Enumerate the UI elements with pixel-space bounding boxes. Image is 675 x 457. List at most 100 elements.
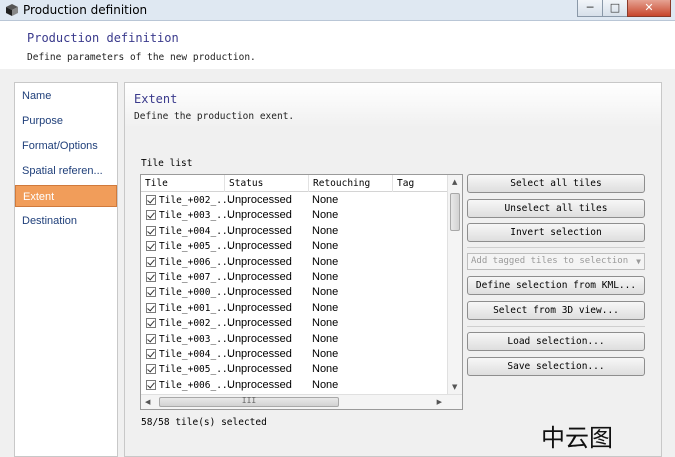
table-row[interactable]: Tile_+007_... Unprocessed None <box>141 270 448 285</box>
column-header-tag[interactable]: Tag <box>393 175 448 192</box>
column-header-status[interactable]: Status <box>225 175 309 192</box>
minimize-icon: ─ <box>586 1 594 14</box>
column-header-tile[interactable]: Tile <box>141 175 225 192</box>
panel-title: Extent <box>134 92 178 106</box>
table-row[interactable]: Tile_+002_... Unprocessed None <box>141 316 448 331</box>
table-row[interactable]: Tile_+003_... Unprocessed None <box>141 332 448 347</box>
header-title: Production definition <box>27 31 179 45</box>
row-checkbox[interactable] <box>146 302 156 313</box>
tile-retouching: None <box>312 363 339 376</box>
row-checkbox[interactable] <box>146 271 156 282</box>
panel-header: Extent Define the production exent. <box>125 83 661 128</box>
row-checkbox[interactable] <box>146 379 156 390</box>
define-selection-from-kml-button[interactable]: Define selection from KML... <box>467 276 645 295</box>
row-checkbox[interactable] <box>146 195 156 205</box>
tile-status: Unprocessed <box>227 317 292 330</box>
table-row[interactable]: Tile_+004_... Unprocessed None <box>141 347 448 362</box>
table-row[interactable]: Tile_+000_... Unprocessed None <box>141 285 448 300</box>
tile-list-label: Tile list <box>141 158 193 169</box>
maximize-icon: □ <box>609 1 621 14</box>
scroll-grip-icon: III <box>241 396 257 405</box>
table-row[interactable]: Tile_+006_... Unprocessed None <box>141 378 448 393</box>
tile-retouching: None <box>312 332 339 345</box>
row-checkbox[interactable] <box>146 256 156 267</box>
close-icon: ✕ <box>644 1 654 14</box>
save-selection-button[interactable]: Save selection... <box>467 357 645 376</box>
row-checkbox[interactable] <box>146 364 156 375</box>
column-header-retouching[interactable]: Retouching <box>309 175 393 192</box>
horizontal-scroll-thumb[interactable]: III <box>159 396 339 407</box>
row-checkbox[interactable] <box>146 241 156 252</box>
panel-subtitle: Define the production exent. <box>134 111 295 122</box>
tile-status: Unprocessed <box>227 209 292 222</box>
tile-name: Tile_+001_... <box>159 302 234 314</box>
extent-panel: Extent Define the production exent. Tile… <box>124 82 662 457</box>
close-button[interactable]: ✕ <box>627 0 671 17</box>
table-row[interactable]: Tile_+003_... Unprocessed None <box>141 208 448 223</box>
tile-retouching: None <box>312 240 339 253</box>
tile-name: Tile_+000_... <box>159 287 234 299</box>
watermark-text: 中云图 <box>541 424 613 452</box>
table-row[interactable]: Tile_+004_... Unprocessed None <box>141 224 448 239</box>
tile-status: Unprocessed <box>227 194 292 206</box>
tile-name: Tile_+005_... <box>159 241 234 253</box>
scroll-up-icon[interactable]: ▲ <box>452 178 457 186</box>
tile-status: Unprocessed <box>227 270 292 283</box>
minimize-button[interactable]: ─ <box>577 0 603 17</box>
unselect-all-tiles-button[interactable]: Unselect all tiles <box>467 199 645 218</box>
vertical-scroll-thumb[interactable] <box>450 193 460 231</box>
tile-name: Tile_+002_... <box>159 318 234 330</box>
maximize-button[interactable]: □ <box>602 0 628 17</box>
tile-list-table[interactable]: Tile Status Retouching Tag Tile_+002_...… <box>140 174 463 410</box>
row-checkbox[interactable] <box>146 333 156 344</box>
window-title: Production definition <box>23 3 148 17</box>
sidebar-item-format-options[interactable]: Format/Options <box>15 135 117 157</box>
tile-name: Tile_+003_... <box>159 210 234 222</box>
table-row[interactable]: Tile_+005_... Unprocessed None <box>141 362 448 377</box>
tile-name: Tile_+003_... <box>159 333 234 345</box>
tile-retouching: None <box>312 317 339 330</box>
vertical-scrollbar[interactable]: ▲ ▼ <box>447 175 462 394</box>
tile-name: Tile_+007_... <box>159 271 234 283</box>
tile-status: Unprocessed <box>227 332 292 345</box>
tile-status: Unprocessed <box>227 301 292 314</box>
tile-status: Unprocessed <box>227 363 292 376</box>
header-subtitle: Define parameters of the new production. <box>27 52 256 63</box>
table-row[interactable]: Tile_+001_... Unprocessed None <box>141 301 448 316</box>
table-header: Tile Status Retouching Tag <box>141 175 448 192</box>
row-checkbox[interactable] <box>146 348 156 359</box>
tile-retouching: None <box>312 270 339 283</box>
tile-retouching: None <box>312 194 339 206</box>
row-checkbox[interactable] <box>146 318 156 329</box>
scroll-left-icon[interactable]: ◀ <box>145 398 150 406</box>
tile-name: Tile_+002_... <box>159 195 234 206</box>
tile-retouching: None <box>312 224 339 237</box>
sidebar-item-destination[interactable]: Destination <box>15 210 117 232</box>
sidebar-item-name[interactable]: Name <box>15 85 117 107</box>
title-bar: Production definition ─ □ ✕ <box>0 0 675 21</box>
scroll-down-icon[interactable]: ▼ <box>452 383 457 391</box>
row-checkbox[interactable] <box>146 225 156 236</box>
select-from-3d-view-button[interactable]: Select from 3D view... <box>467 301 645 320</box>
invert-selection-button[interactable]: Invert selection <box>467 223 645 242</box>
row-checkbox[interactable] <box>146 287 156 298</box>
add-tagged-tiles-select[interactable]: Add tagged tiles to selection ▼ <box>467 253 645 270</box>
table-row[interactable]: Tile_+002_... Unprocessed None <box>141 193 448 208</box>
scroll-right-icon[interactable]: ▶ <box>437 398 442 406</box>
select-all-tiles-button[interactable]: Select all tiles <box>467 174 645 193</box>
tile-status: Unprocessed <box>227 255 292 268</box>
table-row[interactable]: Tile_+006_... Unprocessed None <box>141 255 448 270</box>
tile-name: Tile_+004_... <box>159 225 234 237</box>
load-selection-button[interactable]: Load selection... <box>467 332 645 351</box>
tile-retouching: None <box>312 347 339 360</box>
tile-retouching: None <box>312 255 339 268</box>
row-checkbox[interactable] <box>146 210 156 221</box>
tile-name: Tile_+004_... <box>159 348 234 360</box>
table-row[interactable]: Tile_+005_... Unprocessed None <box>141 239 448 254</box>
sidebar-item-extent[interactable]: Extent <box>15 185 117 207</box>
horizontal-scrollbar[interactable]: ◀ III ▶ <box>141 394 462 409</box>
sidebar-item-purpose[interactable]: Purpose <box>15 110 117 132</box>
chevron-down-icon: ▼ <box>636 257 641 266</box>
tile-retouching: None <box>312 209 339 222</box>
sidebar-item-spatial-reference[interactable]: Spatial referen... <box>15 160 117 182</box>
